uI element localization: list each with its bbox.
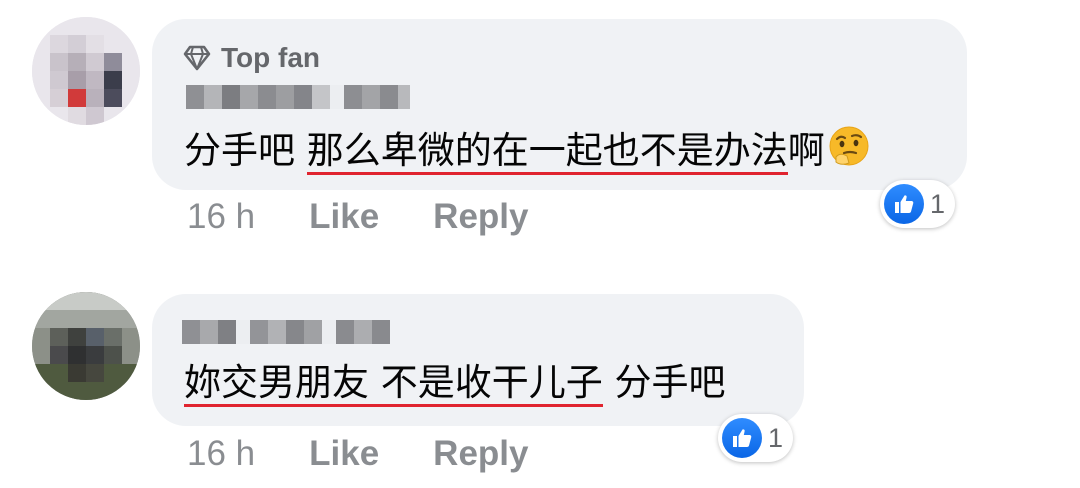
comment-text-underlined: 妳交男朋友 不是收干儿子: [184, 361, 603, 407]
comment-actions: 16 h Like Reply: [187, 434, 528, 474]
reply-button[interactable]: Reply: [433, 434, 528, 474]
comment-actions: 16 h Like Reply: [187, 197, 528, 237]
reaction-count-pill[interactable]: 1: [718, 414, 794, 462]
comment-text-after: 分手吧: [602, 361, 726, 404]
reaction-count: 1: [930, 188, 946, 219]
like-button[interactable]: Like: [309, 197, 379, 237]
top-fan-badge: Top fan: [183, 41, 320, 75]
comment-text: 妳交男朋友 不是收干儿子 分手吧: [184, 360, 726, 407]
comment-bubble: Top fan 分手吧 那么卑微的在一起也不是办法啊: [152, 19, 967, 190]
comment-text: 分手吧 那么卑微的在一起也不是办法啊: [184, 125, 869, 175]
comment-text-underlined: 那么卑微的在一起也不是办法: [306, 129, 788, 175]
author-name[interactable]: [182, 320, 390, 344]
thinking-face-icon: [827, 125, 869, 166]
reaction-count-pill[interactable]: 1: [880, 180, 956, 228]
reaction-count: 1: [768, 422, 784, 453]
timestamp[interactable]: 16 h: [187, 434, 255, 474]
like-button[interactable]: Like: [309, 434, 379, 474]
comment-text-after: 啊: [787, 129, 825, 172]
reply-button[interactable]: Reply: [433, 197, 528, 237]
comment-bubble: 妳交男朋友 不是收干儿子 分手吧: [152, 294, 804, 426]
timestamp[interactable]: 16 h: [187, 197, 255, 237]
author-name[interactable]: [186, 85, 410, 109]
thumbs-up-icon: [884, 184, 924, 224]
top-fan-label: Top fan: [221, 42, 321, 73]
thumbs-up-icon: [722, 418, 762, 458]
avatar[interactable]: [32, 292, 140, 400]
diamond-icon: [183, 45, 211, 71]
comment-text-plain: 分手吧: [184, 129, 307, 172]
avatar[interactable]: [32, 17, 140, 125]
